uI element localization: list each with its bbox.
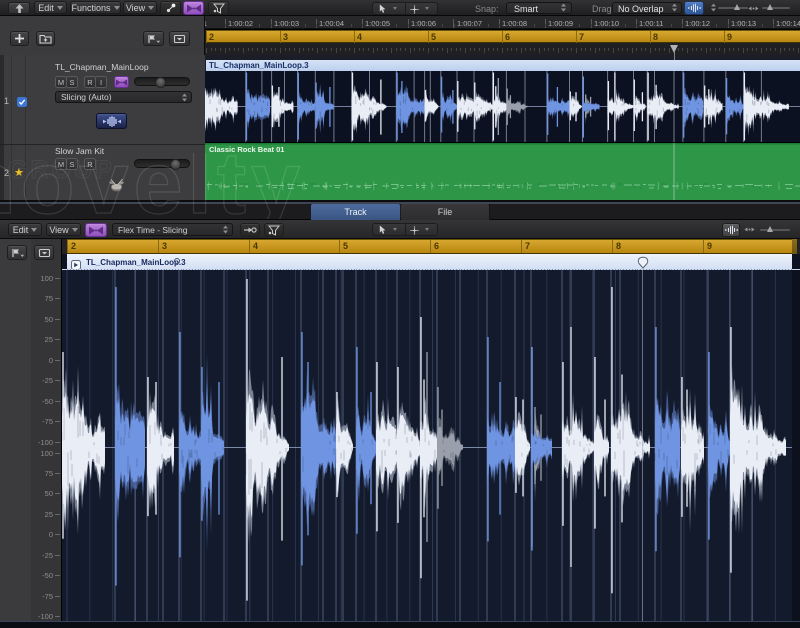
svg-text:novelty: novelty <box>0 153 305 219</box>
